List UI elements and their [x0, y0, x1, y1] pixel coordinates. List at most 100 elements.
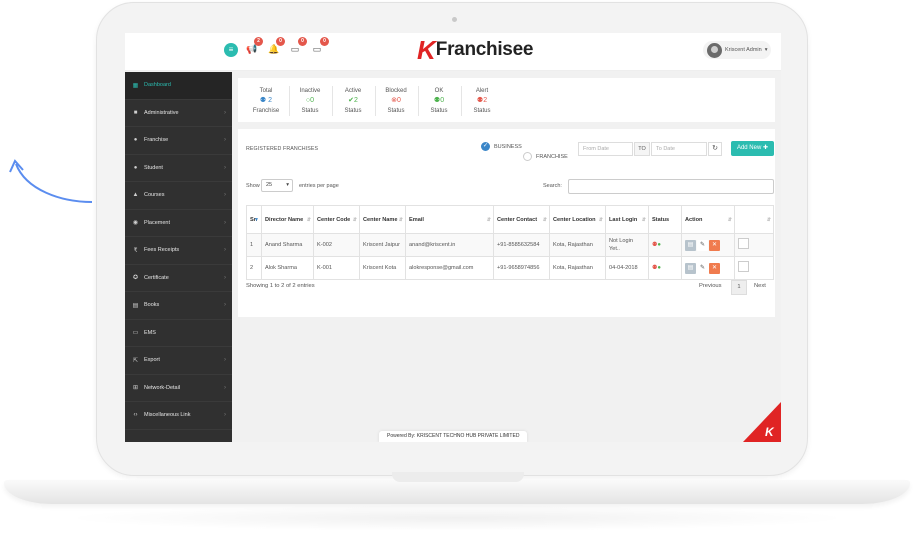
- chevron-right-icon: ›: [224, 164, 226, 171]
- cell-email: anand@kriscent.in: [405, 233, 494, 257]
- search-input[interactable]: [568, 179, 774, 194]
- from-date-input[interactable]: From Date: [578, 142, 633, 156]
- cell-location: Kota, Rajasthan: [549, 233, 606, 257]
- col-status[interactable]: Status: [648, 205, 682, 234]
- table-header-row: Sr. ▼ Director Name ⇵ Center Code ⇵ Center …: [246, 205, 774, 234]
- notification-badge: 0: [320, 37, 329, 46]
- corner-logo-icon: K: [743, 402, 781, 442]
- student-icon: ●: [133, 164, 138, 171]
- col-sr[interactable]: Sr. ▼: [246, 205, 262, 234]
- stat-ok[interactable]: OK ⚉0 Status: [419, 86, 459, 116]
- sidebar-item-miscellaneous-link[interactable]: ‹› Miscellaneous Link ›: [125, 402, 232, 430]
- logo-text: Franchisee: [435, 39, 534, 60]
- check-circle-icon: ●: [657, 242, 662, 248]
- print-icon[interactable]: ▤: [685, 239, 696, 251]
- show-label: Show: [246, 183, 260, 189]
- stat-value: ⚉ 2: [259, 97, 273, 104]
- edit-icon[interactable]: ✎: [697, 239, 708, 251]
- laptop-base: [4, 480, 910, 504]
- cell-director: Anand Sharma: [261, 233, 314, 257]
- col-center-location[interactable]: Center Location ⇵: [549, 205, 606, 234]
- sidebar-item-student[interactable]: ● Student ›: [125, 155, 232, 182]
- sidebar-item-label: Placement: [144, 219, 170, 226]
- col-director-name[interactable]: Director Name ⇵: [261, 205, 314, 234]
- export-icon: ⇱: [132, 357, 139, 364]
- page-number-button[interactable]: 1: [731, 280, 747, 295]
- chevron-right-icon: ›: [224, 137, 226, 144]
- radio-business[interactable]: ✓: [481, 142, 490, 151]
- camera-icon: [452, 17, 457, 22]
- stat-value: ⊗0: [391, 97, 401, 104]
- laptop-notch: [392, 472, 524, 482]
- edit-icon[interactable]: ✎: [697, 262, 708, 274]
- bell-icon[interactable]: 🔔: [268, 44, 279, 54]
- cell-director: Alok Sharma: [261, 256, 314, 280]
- table-row[interactable]: 1 Anand Sharma K-002 Kriscent Jaipur ana…: [246, 233, 774, 257]
- trash-icon[interactable]: ✕: [709, 239, 720, 251]
- brand-logo[interactable]: K Franchisee: [417, 37, 533, 63]
- megaphone-icon[interactable]: 📢: [246, 44, 257, 54]
- cell-select: [734, 256, 774, 280]
- next-link[interactable]: Next: [754, 283, 766, 289]
- col-center-code[interactable]: Center Code ⇵: [313, 205, 360, 234]
- previous-link[interactable]: Previous: [699, 283, 722, 289]
- book-icon: ▤: [132, 302, 139, 309]
- sidebar-item-export[interactable]: ⇱ Export ›: [125, 347, 232, 375]
- stat-sub: Franchise: [252, 108, 280, 114]
- sidebar-item-ems[interactable]: ▭ EMS: [125, 320, 232, 347]
- refresh-icon[interactable]: ↻: [708, 142, 722, 156]
- sidebar-item-label: Administrative: [144, 109, 179, 116]
- stat-sub: Status: [344, 108, 362, 114]
- user-name: Kriscent Admin: [725, 47, 762, 53]
- stat-label: Total: [259, 88, 273, 94]
- print-icon[interactable]: ▤: [685, 262, 696, 274]
- sidebar-item-books[interactable]: ▤ Books ›: [125, 292, 232, 320]
- sidebar-item-placement[interactable]: ◉ Placement ›: [125, 210, 232, 237]
- sidebar-item-franchise[interactable]: ● Franchise ›: [125, 127, 232, 155]
- sidebar-item-dashboard[interactable]: ▦ Dashboard: [125, 72, 232, 100]
- sidebar-item-certificate[interactable]: ✪ Certificate ›: [125, 265, 232, 292]
- users-icon: ⚉: [259, 97, 267, 104]
- chevron-right-icon: ›: [224, 192, 226, 199]
- stat-blocked[interactable]: Blocked ⊗0 Status: [376, 86, 416, 116]
- add-new-button[interactable]: Add New ✚: [731, 141, 774, 156]
- stat-total[interactable]: Total ⚉ 2 Franchise: [246, 86, 286, 116]
- sidebar-item-courses[interactable]: ▲ Courses ›: [125, 182, 232, 210]
- monitor-icon[interactable]: ▭: [290, 44, 300, 54]
- lock-icon: ■: [133, 109, 138, 116]
- stat-active[interactable]: Active ✔2 Status: [333, 86, 373, 116]
- desktop-icon[interactable]: ▭: [312, 44, 322, 54]
- col-select[interactable]: ⇵: [734, 205, 774, 234]
- col-center-contact[interactable]: Center Contact ⇵: [493, 205, 550, 234]
- stat-alert[interactable]: Alert ⚉2 Status: [462, 86, 502, 116]
- sidebar-item-network-detail[interactable]: ⊞ Network-Detail ›: [125, 375, 232, 402]
- to-date-input[interactable]: To Date: [651, 142, 707, 156]
- row-checkbox[interactable]: [738, 261, 749, 272]
- chevron-right-icon: ›: [224, 302, 226, 309]
- col-email[interactable]: Email ⇵: [405, 205, 494, 234]
- hamburger-icon[interactable]: ≡: [224, 43, 238, 57]
- stat-inactive[interactable]: Inactive ○0 Status: [290, 86, 330, 116]
- page-size-select[interactable]: 25 ▾: [261, 179, 293, 192]
- sidebar-item-fees-receipts[interactable]: ₹ Fees Receipts ›: [125, 237, 232, 265]
- chevron-right-icon: ›: [224, 384, 226, 391]
- cell-select: [734, 233, 774, 257]
- status-summary-card: Total ⚉ 2 Franchise Inactive ○0 Status A…: [238, 78, 775, 122]
- panel-title: REGISTERED FRANCHISES: [246, 146, 319, 152]
- col-action[interactable]: Action ⇵: [681, 205, 735, 234]
- app-screen: ≡ 📢 2 🔔 0 ▭ 0 ▭ 0 K Franchisee Kriscent …: [125, 33, 781, 442]
- chevron-right-icon: ›: [224, 109, 226, 116]
- user-menu[interactable]: Kriscent Admin ▾: [703, 41, 772, 59]
- col-center-name[interactable]: Center Name ⇵: [359, 205, 406, 234]
- cell-last-login: Not Login Yet..: [605, 233, 649, 257]
- table-row[interactable]: 2 Alok Sharma K-001 Kriscent Kota alokre…: [246, 256, 774, 280]
- laptop-shadow: [60, 505, 854, 531]
- sidebar-item-administrative[interactable]: ■ Administrative ›: [125, 100, 232, 127]
- radio-franchise[interactable]: [523, 152, 532, 161]
- stat-value: ⚉0: [433, 97, 445, 104]
- caret-down-icon: ▾: [286, 182, 289, 188]
- col-last-login[interactable]: Last Login ⇵: [605, 205, 649, 234]
- row-checkbox[interactable]: [738, 238, 749, 249]
- rupee-icon: ₹: [133, 247, 138, 254]
- trash-icon[interactable]: ✕: [709, 262, 720, 274]
